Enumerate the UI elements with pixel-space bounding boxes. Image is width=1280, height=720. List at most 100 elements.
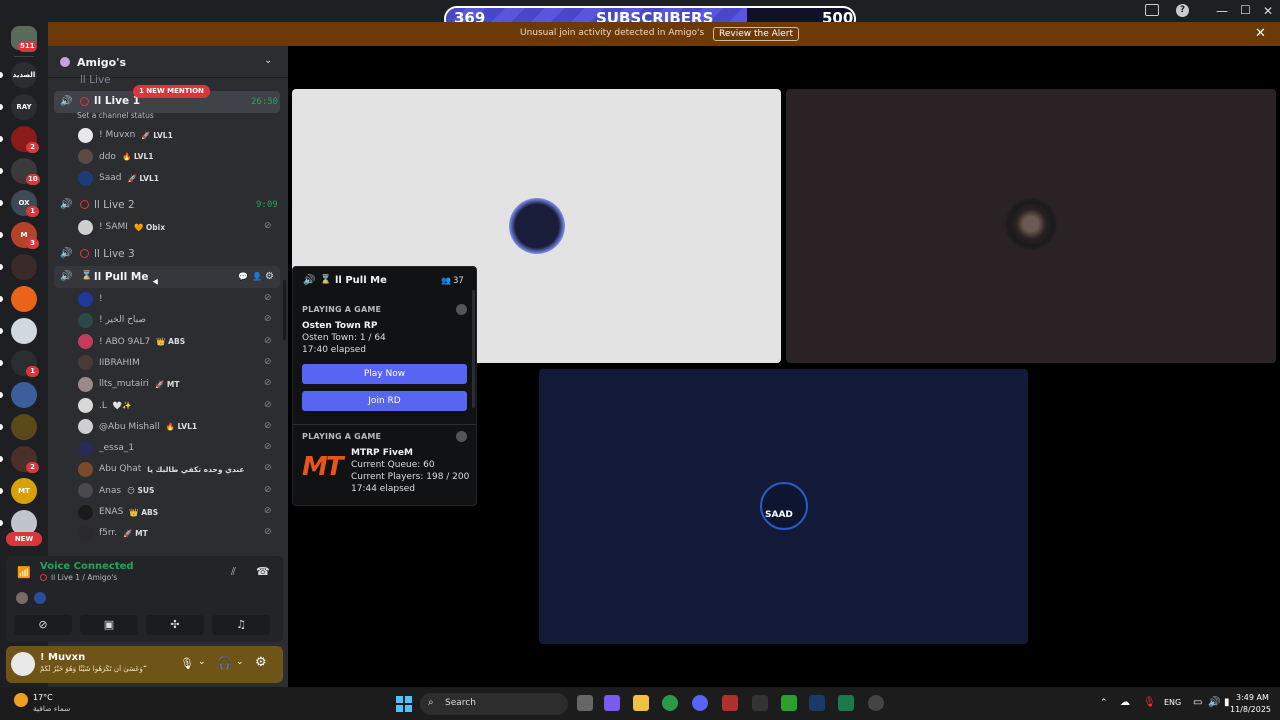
new-servers-pill[interactable]: NEW (6, 532, 42, 546)
voice-user-row[interactable]: Saad 🚀 LVL1 (78, 168, 159, 188)
noise-suppression-icon[interactable]: ⫽ (231, 565, 236, 579)
app-icon[interactable] (868, 695, 884, 711)
invite-icon[interactable]: 👤 (252, 272, 262, 281)
join-rd-button[interactable]: Join RD (302, 391, 467, 411)
deafened-icon: ⊘ (264, 221, 272, 231)
voice-user-row[interactable]: ! ABO 9AL7 👑 ABS (78, 332, 185, 352)
chrome-icon[interactable] (662, 695, 678, 711)
soundboard-icon[interactable]: ♫ (212, 615, 270, 635)
user-2-avatar (1005, 198, 1057, 250)
popup-scrollbar[interactable] (472, 290, 475, 408)
voice-user-row[interactable]: Abu Qhat عندي وحده تكفي طالبك يا (78, 459, 244, 479)
app-icon[interactable] (722, 695, 738, 711)
maximize-icon[interactable]: ☐ (1240, 3, 1251, 17)
voice-user-row[interactable]: _essa_1 (78, 438, 134, 458)
voice-user-row[interactable]: ! SAMI 🧡 Obix (78, 217, 165, 237)
voice-user-row[interactable]: llts_mutairi 🚀 MT (78, 374, 179, 394)
minimize-icon[interactable]: — (1216, 4, 1228, 18)
signal-icon[interactable]: 📶 (17, 566, 31, 579)
channel-live-3-name[interactable]: اا Live 3 (94, 248, 135, 260)
voice-user-row[interactable]: ! صباح الخير (78, 310, 146, 330)
members-icon: 👥 (441, 276, 451, 285)
onedrive-icon[interactable]: ☁ (1120, 697, 1130, 708)
server-icon[interactable] (11, 254, 37, 280)
deafened-icon: ⊘ (264, 335, 272, 346)
server-icon[interactable] (11, 382, 37, 408)
steam-icon[interactable] (809, 695, 825, 711)
disconnect-icon[interactable]: ☎ (256, 565, 270, 578)
server-icon[interactable]: RAY (11, 94, 37, 120)
channel-live-partial[interactable]: اا Live (80, 74, 111, 86)
task-view-icon[interactable] (577, 695, 593, 711)
channel-live-2-name[interactable]: اا Live 2 (94, 199, 135, 211)
inbox-icon[interactable] (1145, 4, 1159, 16)
hourglass-icon: ⌛ (81, 271, 93, 281)
battery-icon[interactable]: ▮ (1224, 697, 1230, 708)
weather-icon[interactable] (14, 693, 28, 707)
volume-icon[interactable]: 🔊 (1208, 697, 1220, 708)
mic-tray-icon[interactable]: 🎙 (1143, 697, 1156, 708)
language-indicator[interactable]: ENG (1164, 698, 1181, 707)
voice-user-row[interactable]: Anas 😶 SUS (78, 481, 154, 501)
review-alert-button[interactable]: Review the Alert (713, 27, 800, 41)
voice-user-name: llts_mutairi (99, 379, 149, 390)
voice-user-row[interactable]: @Abu Mishall 🔥 LVL1 (78, 417, 197, 437)
avatar (78, 170, 93, 186)
voice-user-row[interactable]: .L 🤍✨ (78, 396, 132, 416)
voice-user-row[interactable]: ENAS 👑 ABS (78, 502, 158, 522)
gear-icon[interactable]: ⚙ (265, 271, 274, 282)
voice-user-row[interactable]: f5rr. 🚀 MT (78, 523, 148, 543)
chevron-down-icon[interactable]: ⌄ (198, 657, 206, 667)
server-icon[interactable] (11, 286, 37, 312)
voice-user-row[interactable]: ddo 🔥 LVL1 (78, 147, 153, 167)
chevron-down-icon[interactable]: ⌄ (264, 55, 272, 66)
voice-user-row[interactable]: IIBRAHIM (78, 353, 140, 373)
play-now-button[interactable]: Play Now (302, 364, 467, 384)
chevron-down-icon[interactable]: ⌄ (236, 657, 244, 667)
app-icon[interactable] (752, 695, 768, 711)
user-settings-gear-icon[interactable]: ⚙ (255, 655, 267, 670)
taskbar-search-box[interactable] (420, 693, 568, 715)
clock-date[interactable]: 11/8/2025 (1230, 705, 1271, 714)
user-tag: 🧡 Obix (133, 222, 166, 232)
excel-icon[interactable] (838, 695, 854, 711)
server-badge: 2 (26, 462, 39, 473)
discord-icon[interactable] (692, 695, 708, 711)
home-badge: 511 (18, 41, 37, 52)
clock-time[interactable]: 3:49 AM (1236, 693, 1269, 702)
voice-channel-path[interactable]: اا Live 1 / Amigo's (51, 573, 117, 582)
avatar (78, 440, 93, 456)
mention-pill[interactable]: 1 NEW MENTION (133, 85, 210, 98)
network-icon[interactable]: ▭ (1193, 697, 1202, 708)
nvidia-icon[interactable] (781, 695, 797, 711)
help-icon[interactable]: ? (1176, 4, 1189, 17)
chat-icon[interactable]: 💬 (238, 272, 248, 281)
camera-off-icon[interactable]: ⊘ (14, 615, 72, 635)
windows-start-icon[interactable] (396, 696, 412, 712)
voice-connected-status[interactable]: Voice Connected (40, 561, 134, 572)
game-2-elapsed: 17:44 elapsed (351, 484, 416, 494)
file-explorer-icon[interactable] (633, 695, 649, 711)
sidebar-scrollbar[interactable] (283, 280, 286, 340)
headphones-icon[interactable]: 🎧 (217, 656, 232, 670)
channel-pull-me-name: اا Pull Me (94, 271, 149, 283)
voice-user-row[interactable]: ! (78, 289, 103, 309)
tray-chevron-up-icon[interactable]: ⌃ (1100, 698, 1108, 708)
live-dot-icon (40, 574, 47, 581)
server-icon[interactable] (11, 414, 37, 440)
activities-icon[interactable]: ✣ (146, 615, 204, 635)
server-icon[interactable]: الصديد (11, 62, 37, 88)
server-icon[interactable] (11, 318, 37, 344)
close-window-icon[interactable]: ✕ (1263, 4, 1273, 18)
channel-status-prompt[interactable]: Set a channel status (77, 111, 154, 120)
live-dot-icon (80, 97, 89, 106)
rail-divider (14, 56, 34, 57)
voice-user-row[interactable]: ! Muvxn 🚀 LVL1 (78, 125, 173, 145)
screen-share-icon[interactable]: ▣ (80, 615, 138, 635)
microphone-icon[interactable]: 🎙 (180, 657, 194, 670)
alert-close-icon[interactable]: ✕ (1255, 26, 1266, 41)
server-icon[interactable]: MT (11, 478, 37, 504)
user-tag: 🚀 MT (154, 379, 180, 389)
user-avatar[interactable] (11, 652, 35, 676)
copilot-icon[interactable] (604, 695, 620, 711)
